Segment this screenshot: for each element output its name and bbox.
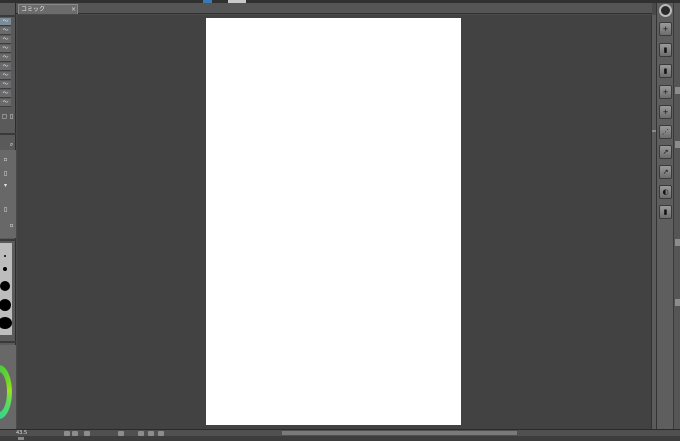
- bottom-frame: [0, 436, 680, 441]
- left-tool-palette: 〜 〜 〜 〜 〜 〜 〜 〜 〜 〜 ▢ ▯ ⌕ ▫ ▯ ▾ ▯ ▫: [0, 3, 16, 433]
- command-button[interactable]: +: [659, 105, 672, 119]
- brush-size-dot[interactable]: [0, 317, 12, 329]
- sub-tool-pen-10[interactable]: 〜: [0, 99, 11, 107]
- panel-handle[interactable]: [675, 87, 680, 94]
- navigator-icon[interactable]: [659, 4, 672, 17]
- command-button[interactable]: ⋰: [659, 125, 672, 139]
- sub-tool-pen-4[interactable]: 〜: [0, 45, 11, 53]
- sub-tool-pen-8[interactable]: 〜: [0, 81, 11, 89]
- canvas-tab-bar: コミック ×: [16, 3, 652, 14]
- sub-tool-pen-6[interactable]: 〜: [0, 63, 11, 71]
- search-icon[interactable]: ⌕: [8, 141, 15, 148]
- command-button[interactable]: +: [659, 85, 672, 99]
- command-button[interactable]: ▮: [659, 205, 672, 219]
- right-panel-edge: [673, 3, 680, 433]
- property-icon[interactable]: ▫: [2, 156, 9, 163]
- tab-canvas[interactable]: コミック ×: [18, 4, 78, 14]
- delete-sub-tool-icon[interactable]: ▯: [8, 113, 15, 120]
- right-command-bar: + ▮ ▮ + + ⋰ ↗ ↗ ◐ ▮: [656, 3, 673, 433]
- command-button[interactable]: ↗: [659, 165, 672, 179]
- canvas-workspace[interactable]: [17, 15, 651, 429]
- sub-tool-pen-5[interactable]: 〜: [0, 54, 11, 62]
- panel-handle[interactable]: [675, 239, 680, 246]
- property-icon[interactable]: ▯: [2, 170, 9, 177]
- new-sub-tool-icon[interactable]: ▢: [1, 113, 8, 120]
- panel-handle[interactable]: [675, 141, 680, 148]
- resize-handle[interactable]: [18, 437, 24, 440]
- property-icon[interactable]: ▫: [8, 222, 15, 229]
- sub-tool-pen-1[interactable]: 〜: [0, 18, 11, 26]
- property-icon[interactable]: ▯: [2, 206, 9, 213]
- brush-size-dot[interactable]: [0, 299, 11, 311]
- brush-size-palette: [0, 243, 12, 335]
- sub-tool-pen-9[interactable]: 〜: [0, 90, 11, 98]
- palette-separator: [0, 133, 16, 135]
- chevron-down-icon[interactable]: ▾: [2, 182, 9, 189]
- close-icon[interactable]: ×: [71, 5, 76, 14]
- horizontal-scrollbar-thumb[interactable]: [282, 431, 517, 435]
- tab-title: コミック: [21, 6, 46, 13]
- sub-tool-pen-3[interactable]: 〜: [0, 36, 11, 44]
- brush-size-dot[interactable]: [0, 281, 10, 291]
- command-button[interactable]: ▮: [659, 64, 672, 78]
- brush-size-dot[interactable]: [3, 267, 7, 271]
- sub-tool-pen-2[interactable]: 〜: [0, 27, 11, 35]
- panel-handle[interactable]: [675, 299, 680, 306]
- command-button[interactable]: +: [659, 22, 672, 36]
- brush-size-dot[interactable]: [4, 255, 6, 257]
- tool-property-panel: ▫ ▯ ▾ ▯ ▫: [0, 150, 16, 238]
- sub-tool-pen-7[interactable]: 〜: [0, 72, 11, 80]
- command-button[interactable]: ▮: [659, 43, 672, 57]
- palette-separator: [0, 341, 16, 343]
- command-button[interactable]: ↗: [659, 145, 672, 159]
- canvas-page[interactable]: [206, 18, 461, 425]
- palette-separator: [0, 15, 16, 17]
- command-button[interactable]: ◐: [659, 185, 672, 199]
- palette-separator: [0, 239, 16, 241]
